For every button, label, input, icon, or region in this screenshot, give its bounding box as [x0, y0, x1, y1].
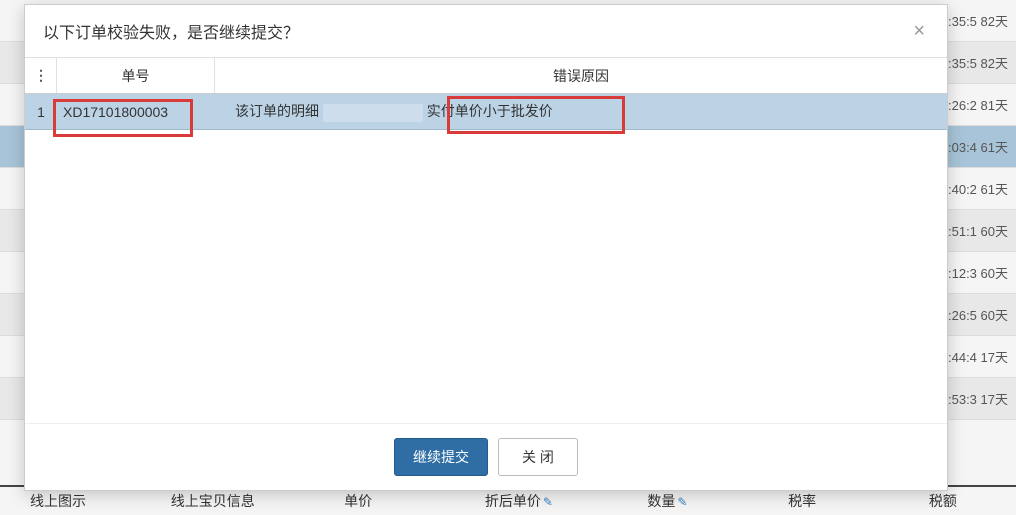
- bg-col-header: 线上图示: [20, 491, 161, 511]
- bg-col-header: 税额: [919, 491, 1016, 511]
- bg-col-header: 税率: [778, 491, 919, 511]
- bg-col-header: 折后单价✎: [475, 491, 638, 511]
- validation-modal: 以下订单校验失败，是否继续提交？ × ⋮ 单号 错误原因 1 XD1710180…: [24, 4, 948, 491]
- continue-submit-button[interactable]: 继续提交: [394, 438, 488, 476]
- table-row[interactable]: 1 XD17101800003 该订单的明细 实付单价小于批发价: [25, 94, 947, 130]
- order-id-cell: XD17101800003: [57, 104, 215, 120]
- table-menu-icon[interactable]: ⋮: [25, 58, 57, 93]
- close-button[interactable]: 关 闭: [498, 438, 578, 476]
- modal-footer: 继续提交 关 闭: [25, 423, 947, 490]
- bg-col-header: 单价: [334, 491, 475, 511]
- pencil-icon: ✎: [543, 495, 553, 509]
- close-icon[interactable]: ×: [909, 21, 929, 41]
- column-header-id[interactable]: 单号: [57, 58, 215, 93]
- bg-col-header: 数量✎: [637, 491, 778, 511]
- modal-header: 以下订单校验失败，是否继续提交？ ×: [25, 5, 947, 58]
- redacted-text: [323, 104, 423, 122]
- pencil-icon: ✎: [677, 495, 687, 509]
- table-header: ⋮ 单号 错误原因: [25, 58, 947, 94]
- column-header-reason[interactable]: 错误原因: [215, 58, 947, 93]
- bg-col-header: 线上宝贝信息: [161, 491, 334, 511]
- row-number: 1: [25, 104, 57, 120]
- error-reason-cell: 该订单的明细 实付单价小于批发价: [215, 101, 947, 121]
- modal-body: ⋮ 单号 错误原因 1 XD17101800003 该订单的明细 实付单价小于批…: [25, 58, 947, 423]
- modal-title: 以下订单校验失败，是否继续提交？: [43, 19, 299, 43]
